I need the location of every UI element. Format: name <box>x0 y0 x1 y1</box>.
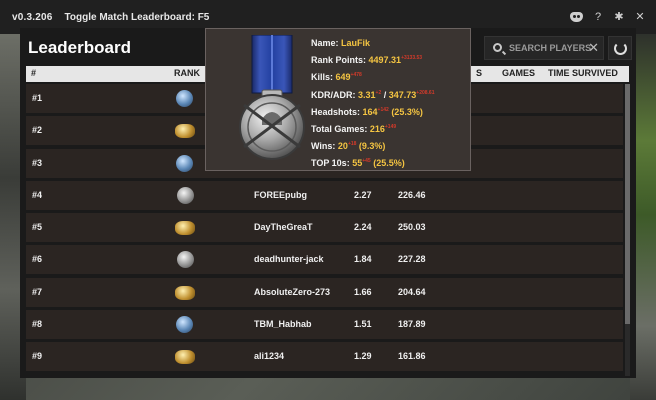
toggle-hint: Toggle Match Leaderboard: F5 <box>64 11 210 23</box>
scrollbar[interactable] <box>625 84 630 376</box>
search-input[interactable] <box>509 40 591 56</box>
tooltip-player-name: LauFik <box>341 38 371 48</box>
clear-search-button[interactable]: ✕ <box>588 40 599 56</box>
table-row[interactable]: #5 DayTheGreaT 2.24 250.03 <box>26 213 623 243</box>
table-row[interactable]: #8 TBM_Habhab 1.51 187.89 <box>26 310 623 340</box>
player-adr: 227.28 <box>398 254 426 265</box>
row-rank-number: #4 <box>32 189 43 200</box>
row-rank-number: #8 <box>32 319 43 330</box>
row-rank-number: #6 <box>32 254 43 265</box>
refresh-button[interactable] <box>608 36 632 60</box>
row-rank-number: #1 <box>32 93 43 103</box>
close-icon[interactable]: ✕ <box>634 10 646 23</box>
tooltip-total-games-line: Total Games: 216+149 <box>311 123 397 134</box>
col-partial[interactable]: S <box>476 68 482 78</box>
rank-badge-icon <box>175 124 195 139</box>
discord-icon[interactable] <box>570 11 583 22</box>
top-icons: ? ✱ ✕ <box>570 10 646 23</box>
tooltip-wins-line: Wins: 20+18 (9.3%) <box>311 141 386 152</box>
refresh-icon <box>614 42 627 55</box>
player-kdr: 2.24 <box>354 222 372 233</box>
player-adr: 161.86 <box>398 351 426 362</box>
scroll-thumb[interactable] <box>625 84 630 324</box>
player-adr: 250.03 <box>398 222 426 233</box>
rank-badge-icon <box>176 154 193 172</box>
player-name[interactable]: DayTheGreaT <box>254 222 313 232</box>
row-rank-number: #5 <box>32 222 43 233</box>
player-name[interactable]: deadhunter-jack <box>254 254 324 264</box>
rank-badge-icon <box>176 90 193 107</box>
col-games[interactable]: GAMES <box>502 68 535 78</box>
search-icon <box>493 43 502 52</box>
row-rank-number: #7 <box>32 286 43 297</box>
player-kdr: 2.27 <box>354 189 372 200</box>
player-kdr: 1.51 <box>354 319 372 330</box>
rank-badge-icon <box>175 350 195 365</box>
tooltip-headshots-line: Headshots: 164+142 (25.3%) <box>311 106 423 117</box>
table-row[interactable]: #7 AbsoluteZero-273 1.66 204.64 <box>26 277 623 307</box>
col-num[interactable]: # <box>31 68 36 78</box>
player-tooltip: Name: LauFik Rank Points: 4497.31+3133.5… <box>205 28 471 171</box>
col-time-survived[interactable]: TIME SURVIVED <box>548 68 618 78</box>
player-adr: 204.64 <box>398 286 426 297</box>
player-kdr: 1.66 <box>354 286 372 297</box>
tooltip-stats: Name: LauFik Rank Points: 4497.31+3133.5… <box>311 38 435 176</box>
player-kdr: 1.84 <box>354 254 372 265</box>
rank-badge-icon <box>177 251 194 269</box>
table-row[interactable]: #6 deadhunter-jack 1.84 227.28 <box>26 245 623 275</box>
help-icon[interactable]: ? <box>592 11 604 23</box>
tooltip-name-line: Name: LauFik <box>311 38 371 48</box>
player-name[interactable]: FOREEpubg <box>254 190 307 200</box>
col-rank[interactable]: RANK <box>174 68 200 78</box>
rank-badge-icon <box>175 221 195 236</box>
tooltip-kdr-adr-line: KDR/ADR: 3.31+2 / 347.73+208.61 <box>311 89 435 100</box>
player-name[interactable]: AbsoluteZero-273 <box>254 287 330 297</box>
rank-badge-icon <box>177 186 194 204</box>
player-kdr: 1.29 <box>354 351 372 362</box>
player-name[interactable]: TBM_Habhab <box>254 319 312 329</box>
player-adr: 187.89 <box>398 319 426 330</box>
table-row[interactable]: #4 FOREEpubg 2.27 226.46 <box>26 180 623 210</box>
version-label: v0.3.206 <box>12 11 53 23</box>
tooltip-rank-points-line: Rank Points: 4497.31+3133.53 <box>311 55 423 66</box>
page-title: Leaderboard <box>28 38 131 57</box>
tooltip-kills-line: Kills: 649+478 <box>311 72 362 83</box>
row-rank-number: #2 <box>32 125 43 136</box>
player-adr: 226.46 <box>398 189 426 200</box>
gear-icon[interactable]: ✱ <box>613 10 625 23</box>
rank-badge-icon <box>175 285 195 300</box>
table-row[interactable]: #9 ali1234 1.29 161.86 <box>26 342 623 372</box>
row-rank-number: #9 <box>32 351 43 362</box>
tooltip-top10-line: TOP 10s: 55+45 (25.5%) <box>311 158 405 169</box>
player-name[interactable]: ali1234 <box>254 351 284 361</box>
search-box: ✕ <box>484 36 604 60</box>
rank-badge-icon <box>176 316 193 334</box>
medal-icon <box>239 35 305 160</box>
row-rank-number: #3 <box>32 157 43 168</box>
